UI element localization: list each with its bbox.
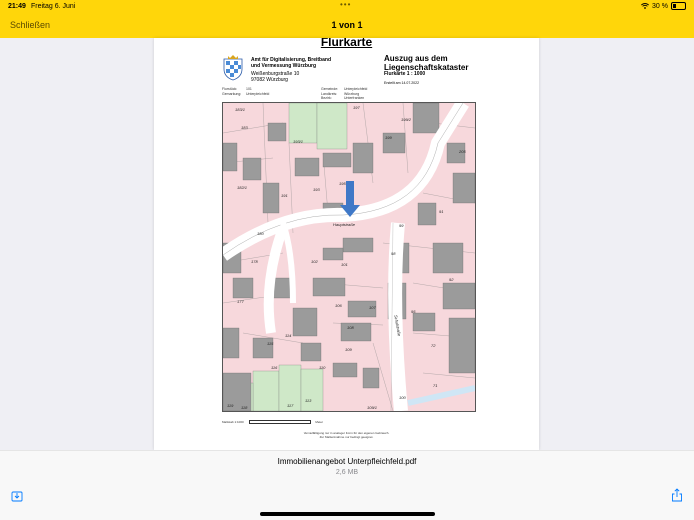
meta-label: Gemeinde:	[321, 87, 339, 91]
parcel-number: 109/1	[367, 405, 378, 410]
parcel-number: 72	[431, 343, 436, 348]
parcel-number: 205	[459, 149, 466, 154]
extract-line-1: Auszug aus dem	[384, 54, 448, 63]
battery-percent: 30 %	[652, 2, 668, 10]
parcel-number: 101	[341, 262, 348, 267]
parcel-number: 119	[227, 403, 234, 408]
parcel-number: 182/1	[237, 185, 248, 190]
parcel-number: 71	[433, 383, 438, 388]
parcel-number: 199	[385, 135, 392, 140]
meta-value: Unterfranken	[344, 96, 365, 100]
footer-note: Vervielfältigung nur in analoger Form fü…	[154, 431, 539, 439]
meta-left-values: 101 Unterpleichfeld	[246, 87, 269, 96]
parcel-number: 177	[237, 299, 244, 304]
parcel-number: 106	[335, 303, 342, 308]
download-icon[interactable]	[11, 490, 23, 502]
office-name: Amt für Digitalisierung, Breitband und V…	[251, 57, 332, 69]
parcel-number: 92	[449, 277, 454, 282]
map-drawing	[223, 103, 475, 411]
parcel-number: 99	[399, 223, 404, 228]
bottom-toolbar	[0, 486, 694, 520]
document-viewer[interactable]: Flurkarte Amt für Digitalisierung, Breit…	[0, 38, 694, 450]
footer-note-line-2: Zur Maßentnahme nur bedingt geeignet.	[319, 435, 374, 439]
bavarian-crest-icon	[223, 55, 243, 81]
status-date: Freitag 6. Juni	[31, 3, 76, 10]
parcel-number: 191	[281, 193, 288, 198]
parcel-number: 110	[319, 365, 326, 370]
status-right: 30 %	[641, 2, 686, 10]
meta-right-labels: Gemeinde: Landkreis: Bezirk:	[321, 87, 338, 101]
file-name: Immobilienangebot Unterpfleichfeld.pdf	[277, 457, 417, 466]
parcel-number: 114	[285, 333, 292, 338]
parcel-number: 193/1	[293, 139, 304, 144]
meta-value: Unterpleichfeld	[344, 87, 368, 91]
parcel-number: 91	[439, 209, 444, 214]
scale-bar-unit: Meter	[315, 420, 324, 424]
parcel-number: 183	[241, 125, 248, 130]
map-scale: Flurkarte 1 : 1000	[384, 71, 426, 77]
pdf-page[interactable]: Flurkarte Amt für Digitalisierung, Breit…	[154, 38, 539, 450]
file-size: 2,6 MB	[335, 469, 359, 476]
parcel-number: 95	[411, 309, 416, 314]
parcel-number: 199/2	[401, 117, 412, 122]
street-label: Hauptstraße	[333, 222, 356, 227]
share-icon[interactable]	[671, 488, 683, 502]
battery-icon	[671, 2, 686, 10]
meta-value: Unterpleichfeld	[246, 91, 270, 96]
document-title: Flurkarte	[320, 38, 373, 49]
multitasking-dots[interactable]: •••	[340, 0, 351, 9]
office-address: Weißenburgstraße 10 97082 Würzburg	[251, 71, 299, 83]
home-indicator[interactable]	[260, 512, 435, 516]
parcel-number: 98	[391, 251, 396, 256]
parcel-number: 118	[241, 405, 248, 410]
parcel-number: 197	[353, 105, 360, 110]
meta-right-values: Unterpleichfeld Würzburg Unterfranken	[344, 87, 367, 101]
parcel-number: 102	[311, 259, 318, 264]
parcel-number: 115	[267, 341, 274, 346]
office-city: 97082 Würzburg	[251, 77, 288, 83]
top-bar: 21:49 Freitag 6. Juni ••• 30 % Schließen…	[0, 0, 694, 38]
parcel-number: 107	[369, 305, 376, 310]
battery-level	[673, 4, 677, 8]
parcel-number: 180	[257, 231, 264, 236]
extract-heading: Auszug aus dem Liegenschaftskataster	[384, 54, 468, 72]
page-counter: 1 von 1	[331, 20, 363, 30]
parcel-number: 178	[251, 259, 258, 264]
parcel-number: 100	[399, 395, 406, 400]
scale-bar-line	[248, 420, 311, 425]
parcel-number: 108	[347, 325, 354, 330]
wifi-icon	[641, 3, 650, 9]
parcel-number: 193	[313, 187, 320, 192]
parcel-number: 183/1	[235, 107, 246, 112]
parcel-number: 116	[271, 365, 278, 370]
meta-left-labels: Flurstück: Gemarkung:	[222, 87, 241, 96]
file-info: Immobilienangebot Unterpfleichfeld.pdf 2…	[0, 450, 694, 487]
created-date: Erstellt am 14.07.2022	[384, 81, 420, 85]
cadastral-map[interactable]: Hauptstraße Schulstraße 183/1 183 193/1 197…	[222, 102, 476, 412]
status-time: 21:49	[8, 3, 26, 10]
meta-label: Bezirk:	[321, 96, 332, 100]
parcel-number: 109	[345, 347, 352, 352]
scale-bar-label: Maßstab 1:1000	[222, 420, 244, 424]
scale-bar: Maßstab 1:1000 Meter	[222, 420, 324, 425]
meta-label: Gemarkung:	[222, 91, 242, 96]
parcel-number: 117	[287, 403, 294, 408]
parcel-number: 113	[305, 398, 312, 403]
parcel-number: 195	[339, 181, 346, 186]
